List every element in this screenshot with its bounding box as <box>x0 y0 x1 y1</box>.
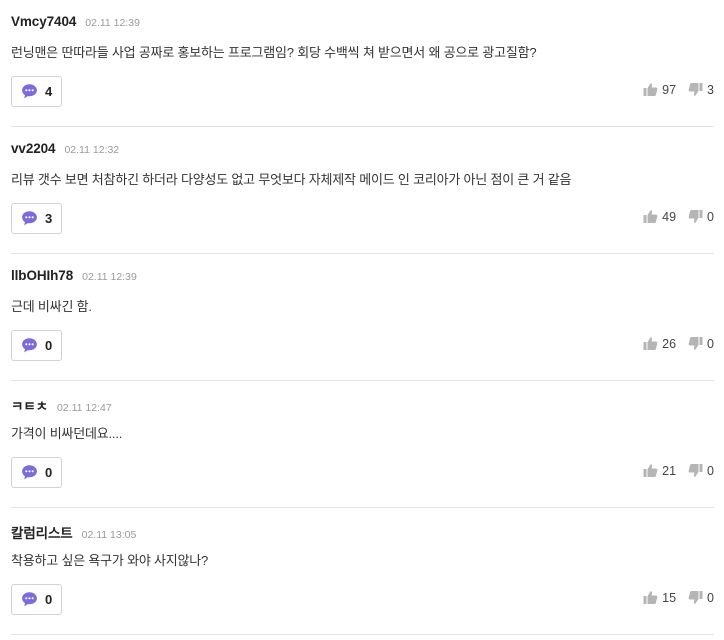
dislike-button[interactable]: 0 <box>688 336 714 351</box>
vote-group: 49 0 <box>643 209 714 224</box>
thumbs-down-icon <box>688 591 703 604</box>
vote-group: 15 0 <box>643 590 714 605</box>
comment-text: 리뷰 갯수 보면 처참하긴 하더라 다양성도 없고 무엇보다 자체제작 메이드 … <box>11 172 572 187</box>
comment-timestamp: 02.11 12:39 <box>82 271 137 283</box>
comment-text: 런닝맨은 딴따라들 사업 공짜로 홍보하는 프로그램임? 회당 수백씩 쳐 받으… <box>11 45 537 60</box>
vote-group: 97 3 <box>643 82 714 97</box>
comment-text: 가격이 비싸던데요.... <box>11 426 123 441</box>
dislike-count: 3 <box>707 82 714 97</box>
dislike-button[interactable]: 0 <box>688 209 714 224</box>
like-button[interactable]: 49 <box>643 209 676 224</box>
speech-bubble-icon <box>22 465 37 480</box>
comment-item: llbOHIh78 02.11 12:39 근데 비싸긴 함. 0 26 0 <box>11 254 714 381</box>
comment-item: ㅋㅌㅊ 02.11 12:47 가격이 비싸던데요.... 0 21 0 <box>11 381 714 508</box>
comment-list: Vmcy7404 02.11 12:39 런닝맨은 딴따라들 사업 공짜로 홍보… <box>0 0 724 635</box>
comment-meta: ㅋㅌㅊ 02.11 12:47 <box>11 395 112 415</box>
comment-author[interactable]: llbOHIh78 <box>11 268 73 283</box>
reply-button[interactable]: 3 <box>11 203 62 234</box>
like-count: 97 <box>662 82 677 97</box>
speech-bubble-icon <box>22 338 37 353</box>
comment-text: 근데 비싸긴 함. <box>11 299 92 314</box>
like-button[interactable]: 15 <box>643 590 676 605</box>
reply-count: 3 <box>45 211 53 226</box>
comment-item: Vmcy7404 02.11 12:39 런닝맨은 딴따라들 사업 공짜로 홍보… <box>11 0 714 127</box>
thumbs-down-icon <box>688 337 703 350</box>
comment-timestamp: 02.11 13:05 <box>81 529 137 541</box>
like-button[interactable]: 97 <box>643 82 676 97</box>
reply-button[interactable]: 0 <box>11 457 62 488</box>
dislike-count: 0 <box>707 209 714 224</box>
dislike-button[interactable]: 0 <box>688 463 714 478</box>
comment-author[interactable]: vv2204 <box>11 141 56 156</box>
comment-timestamp: 02.11 12:32 <box>64 144 120 156</box>
reply-count: 0 <box>45 465 53 480</box>
reply-button[interactable]: 0 <box>11 584 62 615</box>
reply-count: 0 <box>45 338 53 353</box>
thumbs-up-icon <box>643 210 658 223</box>
dislike-count: 0 <box>707 463 714 478</box>
speech-bubble-icon <box>22 592 37 607</box>
comment-item: vv2204 02.11 12:32 리뷰 갯수 보면 처참하긴 하더라 다양성… <box>11 127 714 254</box>
comment-author[interactable]: Vmcy7404 <box>11 14 76 29</box>
comment-meta: llbOHIh78 02.11 12:39 <box>11 268 137 283</box>
comment-timestamp: 02.11 12:47 <box>56 402 112 414</box>
thumbs-down-icon <box>688 210 703 223</box>
thumbs-down-icon <box>688 83 703 96</box>
reply-button[interactable]: 4 <box>11 76 62 107</box>
comment-meta: vv2204 02.11 12:32 <box>11 141 119 156</box>
dislike-count: 0 <box>707 336 714 351</box>
thumbs-up-icon <box>643 464 658 477</box>
comment-meta: Vmcy7404 02.11 12:39 <box>11 14 140 29</box>
thumbs-up-icon <box>643 591 658 604</box>
like-button[interactable]: 21 <box>643 463 676 478</box>
dislike-button[interactable]: 0 <box>688 590 714 605</box>
comment-meta: 칼럼리스트 02.11 13:05 <box>11 522 136 542</box>
comment-author[interactable]: ㅋㅌㅊ <box>11 395 48 415</box>
vote-group: 21 0 <box>643 463 714 478</box>
like-count: 49 <box>662 209 677 224</box>
vote-group: 26 0 <box>643 336 714 351</box>
like-button[interactable]: 26 <box>643 336 676 351</box>
reply-count: 4 <box>45 84 53 99</box>
like-count: 21 <box>662 463 677 478</box>
thumbs-up-icon <box>643 337 658 350</box>
thumbs-up-icon <box>643 83 658 96</box>
reply-count: 0 <box>45 592 53 607</box>
like-count: 15 <box>662 590 677 605</box>
comment-text: 착용하고 싶은 욕구가 와야 사지않나? <box>11 553 209 568</box>
comment-item: 칼럼리스트 02.11 13:05 착용하고 싶은 욕구가 와야 사지않나? 0… <box>11 508 714 635</box>
speech-bubble-icon <box>22 211 37 226</box>
thumbs-down-icon <box>688 464 703 477</box>
dislike-button[interactable]: 3 <box>688 82 714 97</box>
reply-button[interactable]: 0 <box>11 330 62 361</box>
like-count: 26 <box>662 336 677 351</box>
comment-author[interactable]: 칼럼리스트 <box>11 522 73 542</box>
comment-timestamp: 02.11 12:39 <box>85 17 140 29</box>
speech-bubble-icon <box>22 84 37 99</box>
dislike-count: 0 <box>707 590 714 605</box>
